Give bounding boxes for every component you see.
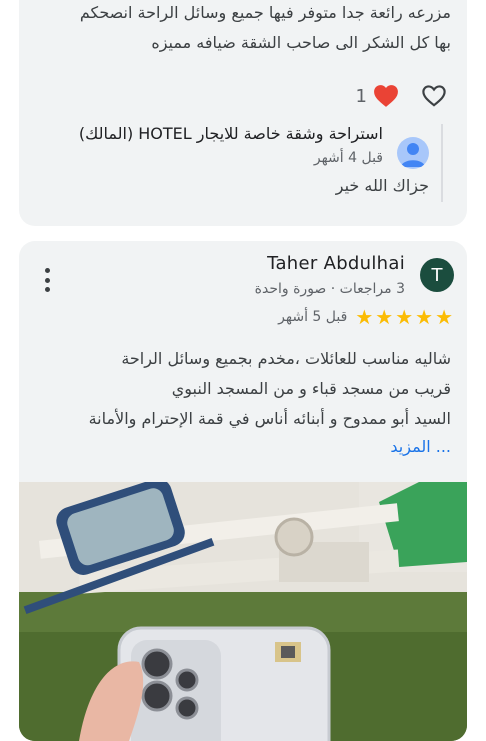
person-icon [397, 137, 429, 169]
reaction-count: 1 [355, 85, 367, 107]
owner-reply-text: جزاك الله خير [335, 176, 429, 195]
review-text-line: مزرعه رائعة جدا متوفر فيها جميع وسائل ال… [79, 3, 451, 22]
reviewer-name[interactable]: Taher Abdulhai [267, 253, 405, 274]
review-text-line: شاليه مناسب للعائلات ،مخدم بجميع وسائل ا… [121, 349, 451, 368]
more-vert-icon[interactable] [37, 265, 57, 295]
review-time: قبل 5 أشهر [278, 309, 348, 325]
reviewer-meta: 3 مراجعات · صورة واحدة [254, 281, 405, 297]
read-more-link[interactable]: ... المزيد [390, 437, 451, 456]
review-photo[interactable] [19, 482, 467, 741]
rating-row: قبل 5 أشهر ★ ★ ★ ★ ★ [278, 307, 453, 327]
heart-outline-icon[interactable] [421, 84, 447, 108]
review-text-line: السيد أبو ممدوح و أبنائه أناس في قمة الإ… [88, 409, 451, 428]
star-icon: ★ [375, 305, 394, 329]
owner-reply-time: قبل 4 أشهر [313, 150, 383, 166]
star-icon: ★ [355, 305, 374, 329]
star-rating: ★ ★ ★ ★ ★ [355, 307, 453, 327]
star-icon: ★ [415, 305, 434, 329]
owner-reply: استراحة وشقة خاصة للايجار HOTEL (المالك)… [41, 124, 443, 202]
owner-name: استراحة وشقة خاصة للايجار HOTEL (المالك) [78, 124, 383, 143]
review-card: مزرعه رائعة جدا متوفر فيها جميع وسائل ال… [19, 0, 467, 226]
avatar[interactable]: T [420, 258, 454, 292]
heart-filled-icon[interactable] [373, 84, 399, 108]
reactions-row: 1 [356, 84, 447, 108]
review-card: T Taher Abdulhai 3 مراجعات · صورة واحدة … [19, 241, 467, 741]
star-icon: ★ [395, 305, 414, 329]
star-icon: ★ [435, 305, 453, 329]
review-text-line: بها كل الشكر الى صاحب الشقة ضيافه مميزه [151, 33, 451, 52]
review-text-line: قريب من مسجد قباء و من المسجد النبوي [171, 379, 451, 398]
